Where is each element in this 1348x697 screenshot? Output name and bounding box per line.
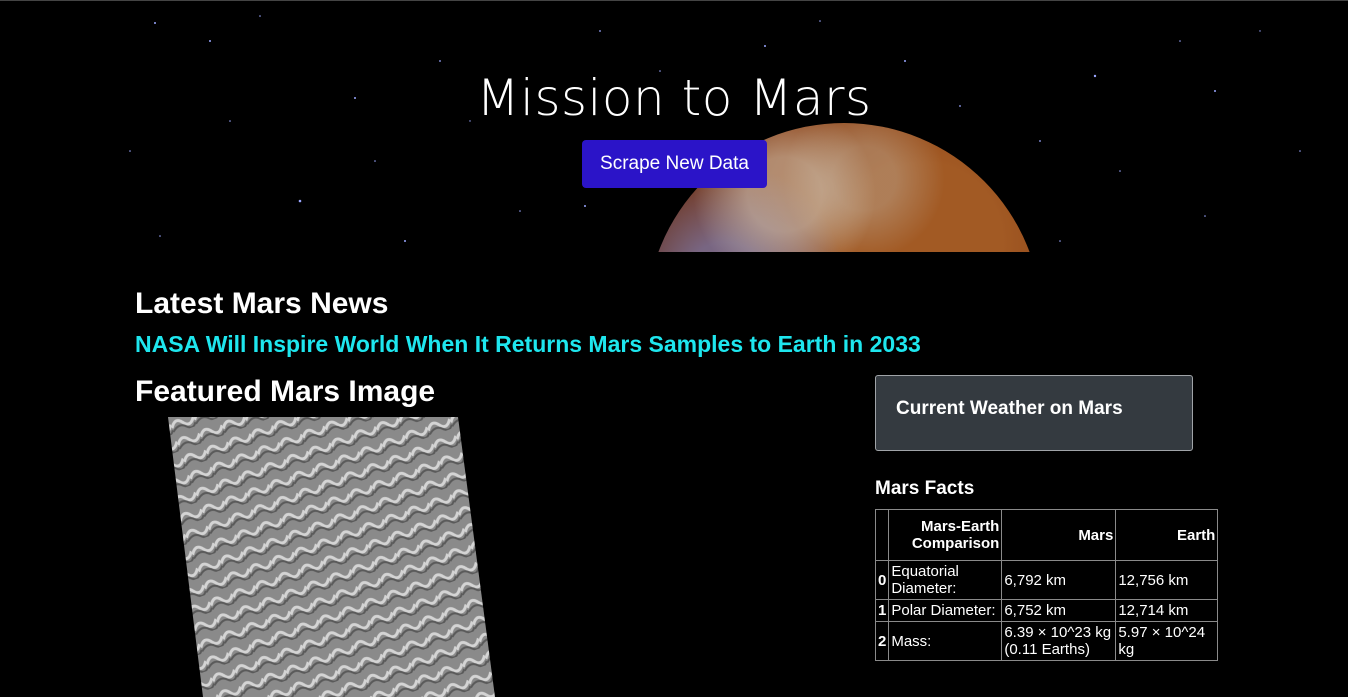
mars-value: 6,792 km [1001,560,1117,600]
column-header: Earth [1115,509,1219,561]
page-title: Mission to Mars [476,69,872,127]
row-index: 1 [874,599,890,622]
mars-facts-heading: Mars Facts [875,478,975,499]
mars-value: 6,752 km [1001,599,1117,622]
featured-mars-image[interactable] [168,417,498,697]
mars-facts-table: Mars-Earth Comparison Mars Earth 0 Equat… [874,509,1219,661]
featured-image-heading: Featured Mars Image [135,375,436,408]
table-row: 0 Equatorial Diameter: 6,792 km 12,756 k… [874,560,1219,600]
scrape-new-data-button[interactable]: Scrape New Data [582,140,767,188]
column-header: Mars [1001,509,1117,561]
earth-value: 12,714 km [1115,599,1219,622]
row-label: Polar Diameter: [888,599,1003,622]
weather-card: Current Weather on Mars [875,375,1193,451]
hero-banner: Mission to Mars Scrape New Data [0,1,1348,252]
table-row: 1 Polar Diameter: 6,752 km 12,714 km [874,599,1219,622]
row-label: Mass: [888,621,1003,661]
table-row: 2 Mass: 6.39 × 10^23 kg (0.11 Earths) 5.… [874,621,1219,661]
earth-value: 12,756 km [1115,560,1219,600]
row-label: Equatorial Diameter: [888,560,1003,600]
column-header: Mars-Earth Comparison [888,509,1003,561]
table-header-row: Mars-Earth Comparison Mars Earth [874,509,1219,561]
earth-value: 5.97 × 10^24 kg [1115,621,1219,661]
row-index: 0 [874,560,890,600]
column-header [874,509,890,561]
news-headline-link[interactable]: NASA Will Inspire World When It Returns … [135,331,921,358]
latest-news-heading: Latest Mars News [135,287,389,320]
row-index: 2 [874,621,890,661]
mars-value: 6.39 × 10^23 kg (0.11 Earths) [1001,621,1117,661]
weather-heading: Current Weather on Mars [896,398,1123,419]
